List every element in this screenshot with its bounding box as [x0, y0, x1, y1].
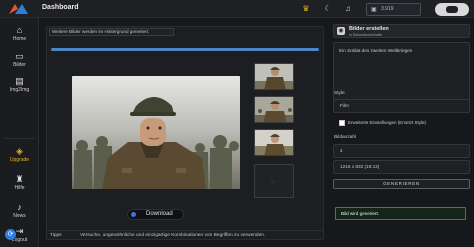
page-title: Dashboard	[42, 4, 79, 11]
create-panel: ◉ Bilder erstellen in Sekundenschnelle E…	[333, 24, 470, 226]
image-placeholder-icon: ▫	[271, 177, 274, 186]
home-icon: ⌂	[16, 25, 23, 35]
thumbnail-3[interactable]	[254, 129, 294, 156]
advanced-settings-label: Erweiterte Einstellungen (Ersetzt Style)	[348, 120, 427, 125]
tips-label: Tipps	[50, 233, 62, 238]
graduation-cap-icon: ♜	[15, 174, 24, 184]
bell-icon[interactable]: ♫	[343, 4, 353, 14]
thumbnail-1[interactable]	[254, 63, 294, 90]
advanced-settings-checkbox[interactable]	[339, 120, 345, 126]
status-message: Bild wird generiert.	[335, 207, 466, 220]
img2img-icon: ▤	[15, 76, 24, 86]
thumbnail-placeholder: ▫	[254, 164, 294, 198]
create-title: Bilder erstellen	[349, 26, 389, 32]
style-label: Style	[334, 91, 345, 96]
sidebar: ⌂ Home ▭ Bilder ▤ Img2Img ◈ Upgrade ♜ Hi…	[0, 18, 39, 247]
camera-icon: ◉	[337, 27, 345, 35]
create-header-card: ◉ Bilder erstellen in Sekundenschnelle	[333, 24, 470, 38]
download-button[interactable]: Download	[127, 209, 184, 220]
download-icon	[131, 212, 136, 217]
prompt-text: Ein Soldat des zweiten Weltkrieges	[339, 48, 413, 53]
crown-icon[interactable]: ♛	[301, 4, 311, 14]
top-bar: Dashboard ♛ ☾ ♫ ▣ 3.919	[0, 0, 474, 18]
sidebar-item-hilfe[interactable]: ♜ Hilfe	[0, 174, 39, 191]
gift-icon: ◈	[16, 146, 23, 156]
sidebar-item-news[interactable]: ♪ News	[0, 202, 39, 219]
image-count-label: Bildanzahl	[334, 135, 357, 140]
tips-text: Versuche, ungewöhnliche und einzigartige…	[80, 233, 266, 238]
generation-progress-bar	[51, 48, 319, 51]
generated-image-main[interactable]	[72, 76, 240, 189]
image-count-select[interactable]: 4	[333, 144, 470, 158]
user-menu-button[interactable]	[435, 3, 469, 16]
thumbnail-2[interactable]	[254, 96, 294, 123]
tips-bar: Tipps Versuche, ungewöhnliche und einzig…	[47, 230, 323, 240]
bell-icon: ♪	[17, 202, 22, 212]
sidebar-item-upgrade[interactable]: ◈ Upgrade	[0, 146, 39, 163]
sidebar-item-img2img[interactable]: ▤ Img2Img	[0, 76, 39, 93]
result-panel: Weitere Bilder werden im Hintergrund gen…	[46, 26, 324, 240]
moon-icon[interactable]: ☾	[323, 4, 333, 14]
download-label: Download	[146, 211, 173, 217]
background-generation-banner: Weitere Bilder werden im Hintergrund gen…	[49, 28, 174, 36]
prompt-textarea[interactable]: Ein Soldat des zweiten Weltkrieges	[333, 42, 470, 101]
credits-icon: ▣	[371, 7, 377, 13]
sidebar-divider	[4, 138, 35, 139]
help-chat-icon[interactable]: ⟳	[5, 229, 16, 240]
image-size-select[interactable]: 1216 x 832 (19:13)	[333, 160, 470, 174]
style-select[interactable]: Film	[333, 99, 470, 113]
image-icon: ▭	[15, 51, 24, 61]
sidebar-item-home[interactable]: ⌂ Home	[0, 25, 39, 42]
generate-button[interactable]: GENERIEREN	[333, 179, 470, 189]
app-logo[interactable]	[6, 3, 30, 16]
create-subtitle: in Sekundenschnelle	[349, 33, 383, 37]
sidebar-item-bilder[interactable]: ▭ Bilder	[0, 51, 39, 68]
progress-fill	[51, 48, 319, 51]
credits-badge[interactable]: ▣ 3.919	[366, 3, 421, 16]
credits-value: 3.919	[381, 6, 394, 12]
